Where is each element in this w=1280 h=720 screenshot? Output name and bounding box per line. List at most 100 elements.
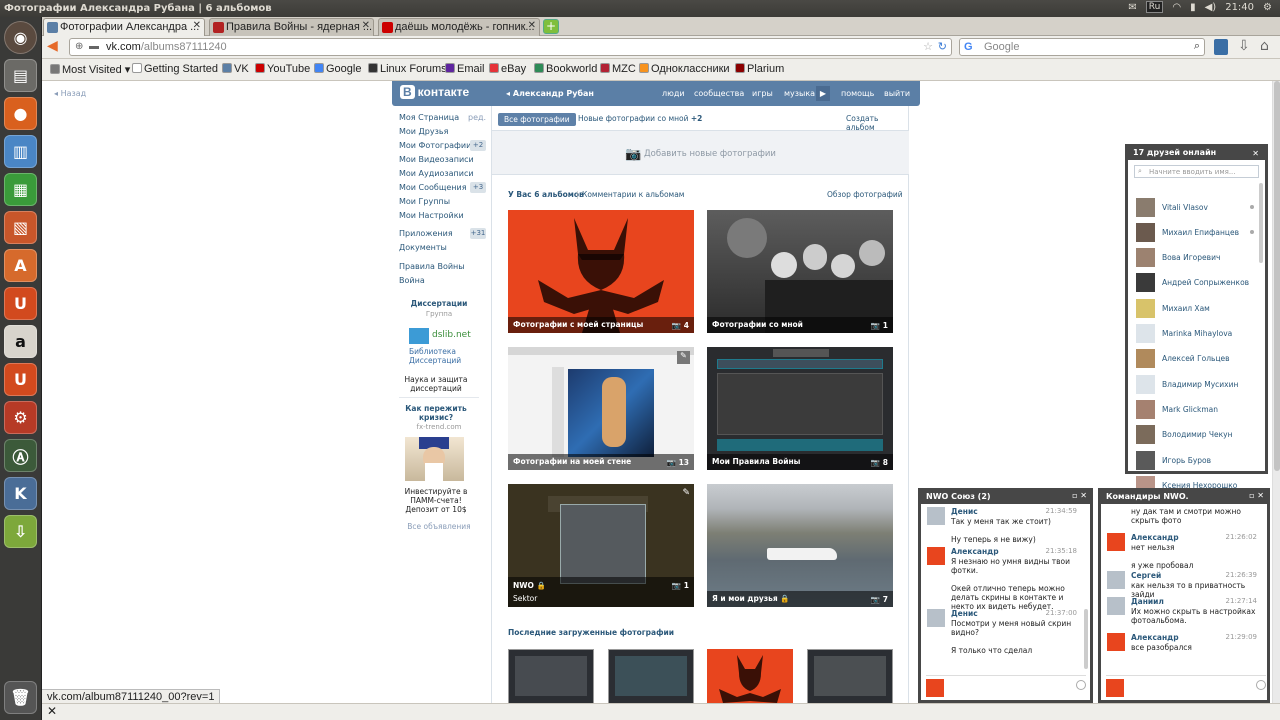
friend-item[interactable]: Marinka Mihaylova xyxy=(1136,324,1232,344)
smiley-icon[interactable] xyxy=(1256,680,1266,690)
recent-photo-thumb[interactable] xyxy=(508,649,594,703)
home-icon[interactable]: ⌂ xyxy=(1260,38,1269,54)
avatar[interactable] xyxy=(1107,597,1125,615)
friend-item[interactable]: Mark Glickman xyxy=(1136,399,1218,419)
bookmark-item[interactable]: Most Visited ▾ xyxy=(50,63,130,76)
reload-icon[interactable]: ↻ xyxy=(938,40,947,53)
message-author[interactable]: Александр xyxy=(951,547,999,556)
vk-user-name[interactable]: ◂ Александр Рубан xyxy=(506,89,594,98)
recent-photo-thumb[interactable] xyxy=(807,649,893,703)
friend-item[interactable]: Vitali Vlasov xyxy=(1136,197,1254,217)
close-icon[interactable]: ✕ xyxy=(47,704,57,718)
wifi-icon[interactable]: ◠ xyxy=(1172,2,1181,13)
avatar[interactable] xyxy=(927,507,945,525)
edit-link[interactable]: ред. xyxy=(468,113,486,122)
friend-item[interactable]: Вова Игоревич xyxy=(1136,248,1220,268)
friend-item[interactable]: Игорь Буров xyxy=(1136,450,1211,470)
message-author[interactable]: Денис xyxy=(951,609,978,618)
friend-item[interactable]: Андрей Сопрыженков xyxy=(1136,273,1249,293)
trash-icon[interactable]: 🗑 xyxy=(4,681,37,714)
ubuntu-one-music-icon[interactable]: U xyxy=(4,363,37,396)
ad-title-dissertations[interactable]: Диссертации xyxy=(399,299,479,308)
updater-icon[interactable]: Ⓐ xyxy=(4,439,37,472)
battery-icon[interactable]: ▮ xyxy=(1190,2,1196,13)
album-card[interactable]: Я и мои друзья 🔒 📷 7 xyxy=(707,484,893,607)
chat-input[interactable] xyxy=(1106,675,1266,697)
tab-vk-photos[interactable]: Фотографии Александра ... ✕ xyxy=(43,18,205,36)
edit-pencil-icon[interactable]: ✎ xyxy=(682,488,690,498)
bookmark-item[interactable]: MZC xyxy=(600,63,636,75)
friend-item[interactable]: Михаил Хам xyxy=(1136,298,1210,318)
chat-window-controls[interactable]: ▫ ✕ xyxy=(1072,491,1087,500)
message-author[interactable]: Александр xyxy=(1131,633,1179,642)
friends-scrollbar[interactable] xyxy=(1259,183,1263,263)
message-author[interactable]: Даниил xyxy=(1131,597,1164,606)
message-author[interactable]: Сергей xyxy=(1131,571,1161,580)
edit-pencil-icon[interactable]: ✎ xyxy=(677,351,690,364)
menu-my-audio[interactable]: Мои Аудиозаписи xyxy=(399,169,474,178)
download-arrow-icon[interactable]: ⇩ xyxy=(1238,38,1250,54)
ad-title-crisis[interactable]: Как пережить кризис? xyxy=(399,404,473,422)
bookmark-item[interactable]: Email xyxy=(445,63,485,75)
create-album-link[interactable]: Создать альбом xyxy=(846,114,909,132)
all-ads-link[interactable]: Все объявления xyxy=(399,522,479,531)
tab-all-photos[interactable]: Все фотографии xyxy=(498,113,576,126)
message-author[interactable]: Александр xyxy=(1131,533,1179,542)
menu-apps[interactable]: Приложения xyxy=(399,229,453,238)
message-author[interactable]: Денис xyxy=(951,507,978,516)
menu-documents[interactable]: Документы xyxy=(399,243,447,252)
files-icon[interactable]: ▤ xyxy=(4,59,37,92)
back-link[interactable]: ◂ Назад xyxy=(54,89,86,98)
close-icon[interactable]: ✕ xyxy=(528,20,536,31)
writer-icon[interactable]: ▥ xyxy=(4,135,37,168)
avatar[interactable] xyxy=(927,547,945,565)
chat-input[interactable] xyxy=(926,675,1086,697)
friend-item[interactable]: Володимир Чекун xyxy=(1136,425,1232,445)
uncle-sam-image[interactable] xyxy=(405,437,464,481)
search-box[interactable]: G Google ⌕ xyxy=(959,38,1205,56)
chat-window-controls[interactable]: ▫ ✕ xyxy=(1249,491,1264,500)
tab-pravila-voiny[interactable]: Правила Войны - ядерная ... ✕ xyxy=(209,18,374,36)
menu-my-groups[interactable]: Мои Группы xyxy=(399,197,450,206)
menu-my-photos[interactable]: Мои Фотографии xyxy=(399,141,471,150)
menu-my-page[interactable]: Моя Страница xyxy=(399,113,459,122)
chat-scrollbar[interactable] xyxy=(1084,609,1088,669)
bookmarks-icon[interactable] xyxy=(1214,39,1228,55)
firefox-icon[interactable]: ● xyxy=(4,97,37,130)
new-tab-button[interactable]: + xyxy=(543,19,559,34)
album-card[interactable]: ✎ NWO 🔒 Sektor 📷 1 xyxy=(508,484,694,607)
bookmark-item[interactable]: Getting Started xyxy=(132,63,218,75)
menu-my-videos[interactable]: Мои Видеозаписи xyxy=(399,155,474,164)
settings-icon[interactable]: ⚙ xyxy=(4,401,37,434)
recent-photo-thumb[interactable] xyxy=(608,649,694,703)
bookmark-item[interactable]: VK xyxy=(222,63,249,75)
nav-games[interactable]: игры xyxy=(752,89,773,98)
friend-item[interactable]: Владимир Мусихин xyxy=(1136,374,1238,394)
mail-icon[interactable]: ✉ xyxy=(1128,2,1136,13)
menu-pravila-voiny[interactable]: Правила Войны xyxy=(399,262,465,271)
bookmark-item[interactable]: Одноклассники xyxy=(639,63,730,75)
nav-logout[interactable]: выйти xyxy=(884,89,910,98)
bookmark-item[interactable]: Google xyxy=(314,63,361,75)
dslib-logo-icon[interactable] xyxy=(409,328,429,344)
download-icon[interactable]: ⇩ xyxy=(4,515,37,548)
menu-voina[interactable]: Война xyxy=(399,276,425,285)
scrollbar-thumb[interactable] xyxy=(1274,81,1280,471)
avatar[interactable] xyxy=(1107,533,1125,551)
menu-my-messages[interactable]: Мои Сообщения xyxy=(399,183,467,192)
photo-overview-link[interactable]: Обзор фотографий xyxy=(827,190,903,199)
play-icon[interactable]: ▶ xyxy=(816,86,830,101)
close-icon[interactable]: ✕ xyxy=(193,20,201,31)
smiley-icon[interactable] xyxy=(1076,680,1086,690)
keyboard-layout[interactable]: Ru xyxy=(1145,1,1164,13)
close-icon[interactable]: ✕ xyxy=(1252,149,1259,158)
menu-my-settings[interactable]: Мои Настройки xyxy=(399,211,464,220)
album-card[interactable]: Фотографии со мной 📷 1 xyxy=(707,210,893,333)
menu-my-friends[interactable]: Мои Друзья xyxy=(399,127,448,136)
album-card[interactable]: Фотографии с моей страницы 📷 4 xyxy=(508,210,694,333)
avatar[interactable] xyxy=(1107,571,1125,589)
nav-communities[interactable]: сообщества xyxy=(694,89,744,98)
calc-icon[interactable]: ▦ xyxy=(4,173,37,206)
amazon-icon[interactable]: a xyxy=(4,325,37,358)
friend-item[interactable]: Михаил Епифанцев xyxy=(1136,222,1254,242)
